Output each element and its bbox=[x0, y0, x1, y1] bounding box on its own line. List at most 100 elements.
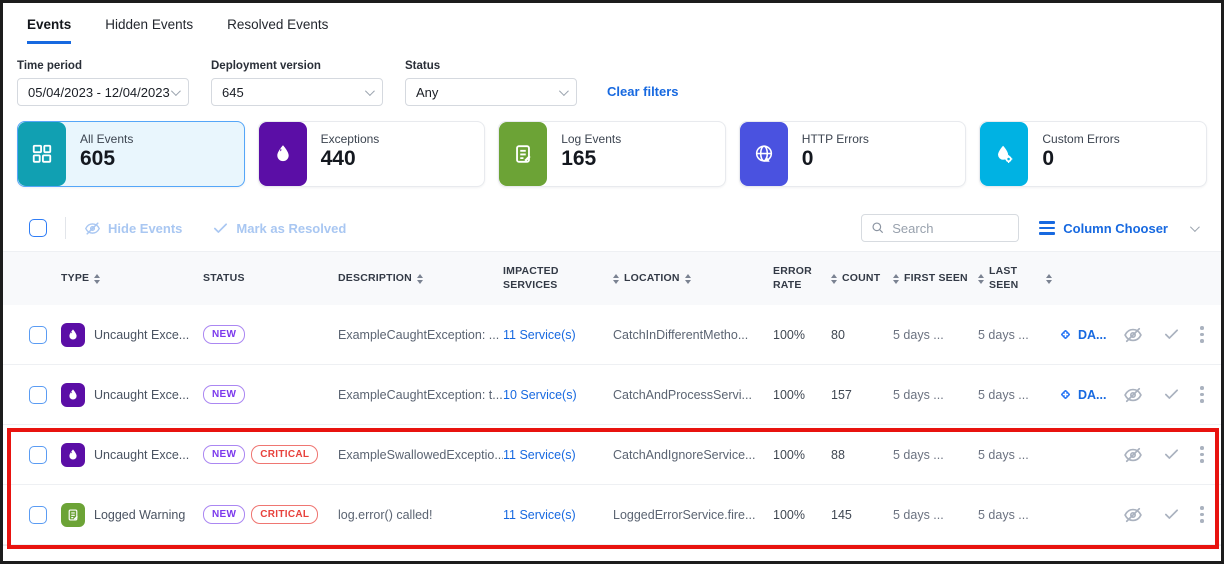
column-chooser-label: Column Chooser bbox=[1063, 221, 1168, 236]
row-menu-icon[interactable] bbox=[1200, 326, 1204, 343]
first-seen: 5 days ... bbox=[893, 448, 978, 462]
tab-hidden-events[interactable]: Hidden Events bbox=[105, 17, 193, 44]
jira-diamond-icon bbox=[1058, 327, 1073, 342]
impacted-services-link[interactable]: 11 Service(s) bbox=[503, 328, 613, 342]
card-http-errors[interactable]: HTTP Errors 0 bbox=[739, 121, 967, 187]
col-first-seen: FIRST SEEN bbox=[893, 272, 978, 285]
row-menu-icon[interactable] bbox=[1200, 446, 1204, 463]
deployment-version-value: 645 bbox=[222, 85, 244, 100]
jira-ticket-link[interactable]: DA... bbox=[1058, 387, 1113, 402]
col-description: DESCRIPTION bbox=[338, 272, 503, 285]
card-log-events[interactable]: Log Events 165 bbox=[498, 121, 726, 187]
hide-event-icon[interactable] bbox=[1123, 385, 1143, 405]
sort-icon[interactable] bbox=[1046, 274, 1052, 284]
resolve-event-icon[interactable] bbox=[1163, 326, 1180, 343]
jira-ticket-link[interactable]: DA... bbox=[1058, 327, 1113, 342]
card-label: Exceptions bbox=[321, 132, 380, 146]
sort-icon[interactable] bbox=[417, 274, 423, 284]
status-badge-new: NEW bbox=[203, 505, 245, 524]
sort-icon[interactable] bbox=[613, 274, 619, 284]
status-select[interactable]: Any bbox=[405, 78, 577, 106]
sort-icon[interactable] bbox=[831, 274, 837, 284]
event-description: ExampleSwallowedExceptio... bbox=[338, 448, 503, 462]
col-last-seen: LAST SEEN bbox=[978, 265, 1058, 291]
time-period-select[interactable]: 05/04/2023 - 12/04/2023 bbox=[17, 78, 189, 106]
select-all-checkbox[interactable] bbox=[29, 219, 47, 237]
deployment-version-label: Deployment version bbox=[211, 60, 383, 72]
card-label: HTTP Errors bbox=[802, 132, 869, 146]
card-value: 165 bbox=[561, 147, 621, 171]
exception-flame-icon bbox=[61, 323, 85, 347]
search-input[interactable] bbox=[892, 221, 1009, 236]
event-count: 145 bbox=[831, 508, 893, 522]
hide-events-label: Hide Events bbox=[108, 221, 182, 236]
chevron-down-icon[interactable] bbox=[1190, 222, 1200, 232]
deployment-version-select[interactable]: 645 bbox=[211, 78, 383, 106]
impacted-services-link[interactable]: 11 Service(s) bbox=[503, 448, 613, 462]
last-seen: 5 days ... bbox=[978, 508, 1058, 522]
flame-gear-icon bbox=[980, 122, 1028, 186]
card-all-events[interactable]: All Events 605 bbox=[17, 121, 245, 187]
hide-event-icon[interactable] bbox=[1123, 325, 1143, 345]
column-chooser-button[interactable]: Column Chooser bbox=[1039, 221, 1168, 236]
tab-events[interactable]: Events bbox=[27, 17, 71, 44]
first-seen: 5 days ... bbox=[893, 388, 978, 402]
row-checkbox[interactable] bbox=[29, 506, 47, 524]
resolve-event-icon[interactable] bbox=[1163, 506, 1180, 523]
status-badge-new: NEW bbox=[203, 385, 245, 404]
error-rate: 100% bbox=[773, 328, 831, 342]
table-row[interactable]: Uncaught Exce... NEW CRITICAL ExampleSwa… bbox=[3, 425, 1221, 485]
sort-icon[interactable] bbox=[685, 274, 691, 284]
hide-events-button[interactable]: Hide Events bbox=[84, 220, 182, 237]
exception-flame-icon bbox=[61, 443, 85, 467]
row-checkbox[interactable] bbox=[29, 446, 47, 464]
clear-filters-link[interactable]: Clear filters bbox=[607, 84, 679, 99]
mark-resolved-label: Mark as Resolved bbox=[236, 221, 346, 236]
row-menu-icon[interactable] bbox=[1200, 506, 1204, 523]
table-row[interactable]: Uncaught Exce... NEW ExampleCaughtExcept… bbox=[3, 365, 1221, 425]
card-value: 0 bbox=[802, 147, 869, 171]
globe-icon bbox=[740, 122, 788, 186]
col-type: TYPE bbox=[61, 272, 203, 285]
mark-resolved-button[interactable]: Mark as Resolved bbox=[212, 220, 346, 237]
filter-bar: Time period 05/04/2023 - 12/04/2023 Depl… bbox=[3, 44, 1221, 106]
event-count: 80 bbox=[831, 328, 893, 342]
table-header: TYPE STATUS DESCRIPTION IMPACTED SERVICE… bbox=[3, 251, 1221, 305]
table-toolbar: Hide Events Mark as Resolved Column Choo… bbox=[3, 205, 1221, 251]
tab-resolved-events[interactable]: Resolved Events bbox=[227, 17, 328, 44]
sort-icon[interactable] bbox=[978, 274, 984, 284]
table-row[interactable]: Uncaught Exce... NEW ExampleCaughtExcept… bbox=[3, 305, 1221, 365]
error-rate: 100% bbox=[773, 448, 831, 462]
card-label: Custom Errors bbox=[1042, 132, 1119, 146]
col-location: LOCATION bbox=[613, 272, 773, 285]
row-checkbox[interactable] bbox=[29, 386, 47, 404]
chevron-down-icon bbox=[171, 86, 181, 96]
deployment-version-filter: Deployment version 645 bbox=[211, 60, 383, 106]
card-value: 605 bbox=[80, 147, 133, 171]
event-description: ExampleCaughtException: t... bbox=[338, 388, 503, 402]
resolve-event-icon[interactable] bbox=[1163, 386, 1180, 403]
jira-diamond-icon bbox=[1058, 387, 1073, 402]
impacted-services-link[interactable]: 11 Service(s) bbox=[503, 508, 613, 522]
last-seen: 5 days ... bbox=[978, 328, 1058, 342]
row-checkbox[interactable] bbox=[29, 326, 47, 344]
row-menu-icon[interactable] bbox=[1200, 386, 1204, 403]
tab-bar: Events Hidden Events Resolved Events bbox=[3, 3, 1221, 44]
event-location: CatchAndProcessServi... bbox=[613, 388, 773, 402]
hide-event-icon[interactable] bbox=[1123, 445, 1143, 465]
card-exceptions[interactable]: Exceptions 440 bbox=[258, 121, 486, 187]
sort-icon[interactable] bbox=[94, 274, 100, 284]
hide-event-icon[interactable] bbox=[1123, 505, 1143, 525]
event-type: Uncaught Exce... bbox=[94, 328, 189, 342]
time-period-label: Time period bbox=[17, 60, 189, 72]
impacted-services-link[interactable]: 10 Service(s) bbox=[503, 388, 613, 402]
resolve-event-icon[interactable] bbox=[1163, 446, 1180, 463]
table-row[interactable]: Logged Warning NEW CRITICAL log.error() … bbox=[3, 485, 1221, 545]
col-status: STATUS bbox=[203, 272, 338, 285]
eye-slash-icon bbox=[84, 220, 101, 237]
card-custom-errors[interactable]: Custom Errors 0 bbox=[979, 121, 1207, 187]
status-filter: Status Any bbox=[405, 60, 577, 106]
status-badge-critical: CRITICAL bbox=[251, 445, 318, 464]
col-impacted-services: IMPACTED SERVICES bbox=[503, 265, 613, 291]
sort-icon[interactable] bbox=[893, 274, 899, 284]
